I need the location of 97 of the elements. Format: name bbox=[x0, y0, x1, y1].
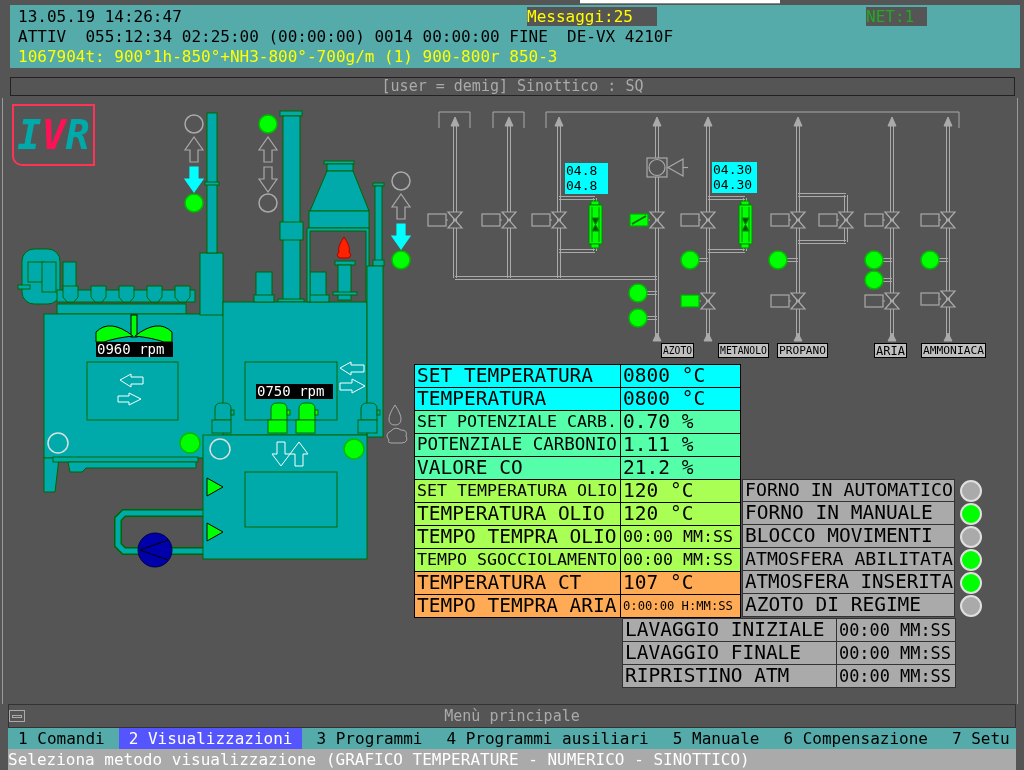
menu-item[interactable]: 6 Compensazione bbox=[773, 728, 938, 749]
status-label: FORNO IN MANUALE bbox=[742, 502, 955, 525]
parameter-value: 1.11 % bbox=[621, 434, 741, 457]
status-label: AZOTO DI REGIME bbox=[742, 594, 955, 617]
valve-icon bbox=[789, 211, 807, 229]
flowmeter-icon bbox=[588, 200, 603, 249]
menu-item[interactable]: 7 Setu bbox=[941, 728, 1016, 749]
logo: IVR bbox=[12, 104, 95, 166]
parameter-label: SET POTENZIALE CARB. bbox=[415, 411, 621, 434]
menu-item[interactable]: 4 Programmi ausiliari bbox=[436, 728, 659, 749]
gas-label: AMMONIACA bbox=[921, 343, 986, 358]
date-time: 13.05.19 14:26:47 bbox=[18, 7, 183, 27]
flow-reading: 04.8 bbox=[566, 163, 599, 178]
valve-icon bbox=[648, 211, 666, 229]
parameter-value: 0800 °C bbox=[621, 388, 741, 411]
parameter-value: 0.70 % bbox=[621, 411, 741, 434]
drop-icon bbox=[388, 404, 402, 426]
menu-item[interactable]: 3 Programmi bbox=[306, 728, 433, 749]
parameter-label: SET TEMPERATURA bbox=[415, 365, 621, 388]
title-bar: [user = demig] Sinottico : SQ bbox=[10, 77, 1015, 96]
messages-counter: Messaggi:25 bbox=[527, 7, 657, 26]
parameter-label: TEMPO TEMPRA ARIA bbox=[415, 595, 621, 618]
parameter-value: 107 °C bbox=[621, 572, 741, 595]
fan-speed-label: 0960 rpm bbox=[96, 342, 173, 357]
cloud-icon bbox=[386, 427, 408, 444]
parameter-label: TEMPO SGOCCIOLAMENTO bbox=[415, 549, 621, 572]
flow-reading: 04.30 bbox=[713, 177, 754, 192]
menu-item[interactable]: 2 Visualizzazioni bbox=[118, 728, 303, 749]
valve-icon bbox=[550, 211, 568, 229]
parameter-label: TEMPO TEMPRA OLIO bbox=[415, 526, 621, 549]
bypass-pipe bbox=[707, 196, 747, 253]
menu-item[interactable]: 1 Comandi bbox=[8, 728, 115, 749]
flow-reading: 04.30 bbox=[713, 162, 754, 177]
parameter-value: 120 °C bbox=[621, 480, 741, 503]
minus-icon bbox=[12, 714, 22, 718]
fan-speed-label: 0750 rpm bbox=[256, 384, 333, 399]
parameter-label: TEMPERATURA CT bbox=[415, 572, 621, 595]
status-line: ATTIV 055:12:34 02:25:00 (00:00:00) 0014 00:00:00 FINE DE-VX 4210F bbox=[18, 27, 675, 47]
pump-icon bbox=[137, 532, 173, 568]
outlet-bracket bbox=[438, 111, 471, 129]
valve-icon bbox=[446, 211, 464, 229]
recipe-line: 1067904t: 900°1h-850°+NH3-800°-700g/m (1) 900-800r 850-3 bbox=[18, 47, 559, 67]
status-label: ATMOSFERA ABILITATA bbox=[742, 548, 955, 571]
pump-symbol-icon bbox=[646, 157, 689, 178]
parameter-value: 21.2 % bbox=[621, 457, 741, 480]
vent-stub bbox=[308, 271, 330, 303]
up-arrow-icon bbox=[289, 441, 309, 467]
parameter-value: 0:00:00 H:MM:SS bbox=[621, 595, 741, 618]
valve-icon bbox=[883, 292, 901, 310]
timer-value: 00:00 MM:SS bbox=[837, 619, 956, 642]
parameter-label: TEMPERATURA OLIO bbox=[415, 503, 621, 526]
furnace-leg bbox=[43, 457, 60, 493]
window-menu-button[interactable] bbox=[9, 710, 25, 722]
parameter-value: 0800 °C bbox=[621, 365, 741, 388]
gas-label: ARIA bbox=[874, 343, 907, 358]
menu-title: Menù principale bbox=[443, 706, 581, 726]
hint-bar: Seleziona metodo visualizzazione (GRAFICO TEMPERATURE - NUMERICO - SINOTTICO) bbox=[8, 749, 1016, 770]
gas-label: AZOTO bbox=[661, 343, 694, 358]
valve-icon bbox=[837, 211, 855, 229]
down-arrow-icon bbox=[271, 441, 291, 467]
menu-item[interactable]: 5 Manuale bbox=[662, 728, 770, 749]
timer-label: LAVAGGIO FINALE bbox=[623, 642, 837, 665]
valve-icon bbox=[699, 211, 717, 229]
burner-post bbox=[332, 260, 358, 301]
vent-stub bbox=[253, 271, 275, 303]
timer-value: 00:00 MM:SS bbox=[837, 642, 956, 665]
valve-icon bbox=[699, 292, 717, 310]
parameter-label: VALORE CO bbox=[415, 457, 621, 480]
left-arrow-icon bbox=[339, 361, 365, 376]
parameter-value: 120 °C bbox=[621, 503, 741, 526]
valve-icon bbox=[939, 290, 957, 308]
parameter-value: 00:00 MM:SS bbox=[621, 526, 741, 549]
valve-icon bbox=[789, 292, 807, 310]
timer-value: 00:00 MM:SS bbox=[837, 665, 956, 688]
status-label: BLOCCO MOVIMENTI bbox=[742, 525, 955, 548]
bypass-pipe bbox=[558, 196, 597, 253]
flowmeter-icon bbox=[738, 200, 753, 249]
parameter-label: TEMPERATURA bbox=[415, 388, 621, 411]
timer-label: RIPRISTINO ATM bbox=[623, 665, 837, 688]
status-label: FORNO IN AUTOMATICO bbox=[742, 479, 955, 502]
status-label: ATMOSFERA INSERITA bbox=[742, 571, 955, 594]
parameter-label: POTENZIALE CARBONIO bbox=[415, 434, 621, 457]
timer-label: LAVAGGIO INIZIALE bbox=[623, 619, 837, 642]
gas-label: PROPANO bbox=[777, 343, 828, 358]
right-arrow-icon bbox=[339, 378, 366, 394]
network-status: NET:1 bbox=[866, 7, 927, 26]
outlet-bracket bbox=[492, 111, 525, 129]
left-arrow-icon bbox=[119, 373, 144, 388]
gas-label: METANOLO bbox=[718, 343, 769, 358]
valve-icon bbox=[883, 211, 901, 229]
valve-icon bbox=[939, 211, 957, 229]
parameter-value: 00:00 MM:SS bbox=[621, 549, 741, 572]
bypass-pipe bbox=[797, 193, 848, 244]
parameter-label: SET TEMPERATURA OLIO bbox=[415, 480, 621, 503]
valve-icon bbox=[500, 211, 518, 229]
right-arrow-icon bbox=[117, 392, 142, 406]
flow-reading: 04.8 bbox=[566, 178, 599, 193]
